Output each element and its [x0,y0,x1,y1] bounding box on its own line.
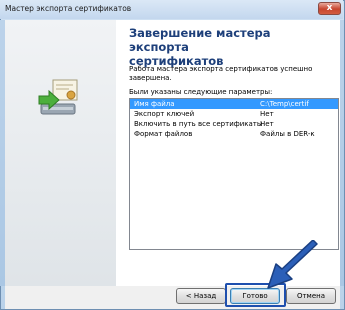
close-button[interactable]: x [318,2,341,15]
param-value: C:\Temp\certif [260,100,309,108]
param-name: Формат файлов [134,130,193,138]
param-name: Экспорт ключей [134,110,195,118]
back-button[interactable]: < Назад [176,288,226,304]
param-name: Включить в путь все сертификаты [134,120,263,128]
completion-description: Работа мастера экспорта сертификатов усп… [129,65,334,83]
param-value: Файлы в DER-к [260,130,315,138]
window-title: Мастер экспорта сертификатов [5,4,132,13]
params-row[interactable]: Экспорт ключей Нет [130,109,338,119]
params-list[interactable]: Имя файла C:\Temp\certif Экспорт ключей … [129,98,339,250]
param-value: Нет [260,110,274,118]
wizard-side-panel [5,20,116,286]
params-row[interactable]: Имя файла C:\Temp\certif [130,99,338,109]
param-name: Имя файла [134,100,175,108]
params-row[interactable]: Формат файлов Файлы в DER-к [130,129,338,139]
params-label: Были указаны следующие параметры: [129,88,273,96]
page-title-line1: Завершение мастера экспорта [129,26,271,54]
page-title: Завершение мастера экспорта сертификатов [129,26,334,68]
window-frame-right [340,20,344,286]
param-value: Нет [260,120,274,128]
close-icon: x [326,3,333,13]
params-row[interactable]: Включить в путь все сертификаты Нет [130,119,338,129]
title-bar[interactable]: Мастер экспорта сертификатов x [0,0,343,19]
certificate-export-icon [38,79,78,115]
description-line2: завершена. [129,74,172,82]
pointer-arrow-icon [267,240,318,289]
description-line1: Работа мастера экспорта сертификатов усп… [129,65,313,73]
